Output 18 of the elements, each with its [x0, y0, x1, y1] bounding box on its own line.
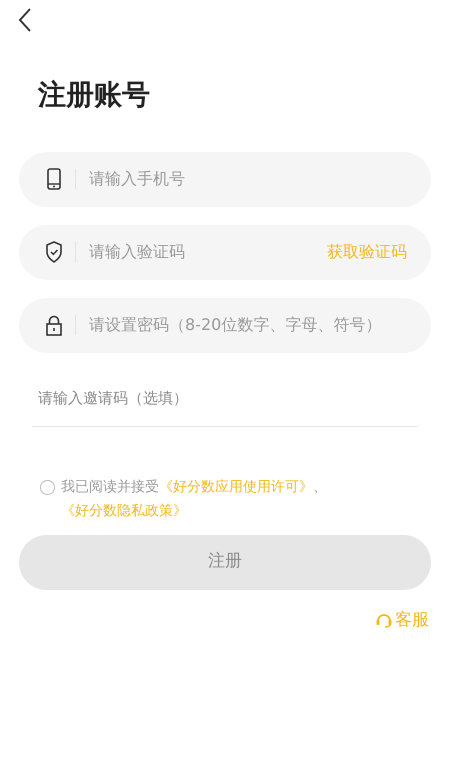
- password-input[interactable]: 请设置密码（8-20位数字、字母、符号）: [89, 313, 407, 338]
- headset-icon: [375, 611, 393, 630]
- code-input[interactable]: 请输入验证码: [89, 240, 327, 264]
- support-button[interactable]: 客服: [375, 608, 429, 634]
- shield-icon: [45, 240, 63, 264]
- agreement-text: 我已阅读并接受《好分数应用使用许可》、 《好分数隐私政策》: [61, 478, 328, 521]
- policy-link[interactable]: 《好分数隐私政策》: [61, 502, 187, 519]
- phone-input[interactable]: 请输入手机号: [89, 167, 407, 192]
- code-field[interactable]: 请输入验证码 获取验证码: [19, 224, 431, 280]
- lock-icon: [45, 313, 63, 338]
- policy-link[interactable]: 《好分数应用使用许可》: [159, 478, 313, 495]
- phone-icon: [45, 167, 63, 192]
- agree-radio[interactable]: [40, 480, 55, 495]
- phone-field[interactable]: 请输入手机号: [19, 152, 431, 207]
- page-title: 注册账号: [38, 78, 151, 112]
- invite-field[interactable]: 请输入邀请码（选填）: [32, 370, 418, 427]
- get-code-button[interactable]: 获取验证码: [327, 240, 407, 264]
- password-field[interactable]: 请设置密码（8-20位数字、字母、符号）: [19, 298, 431, 353]
